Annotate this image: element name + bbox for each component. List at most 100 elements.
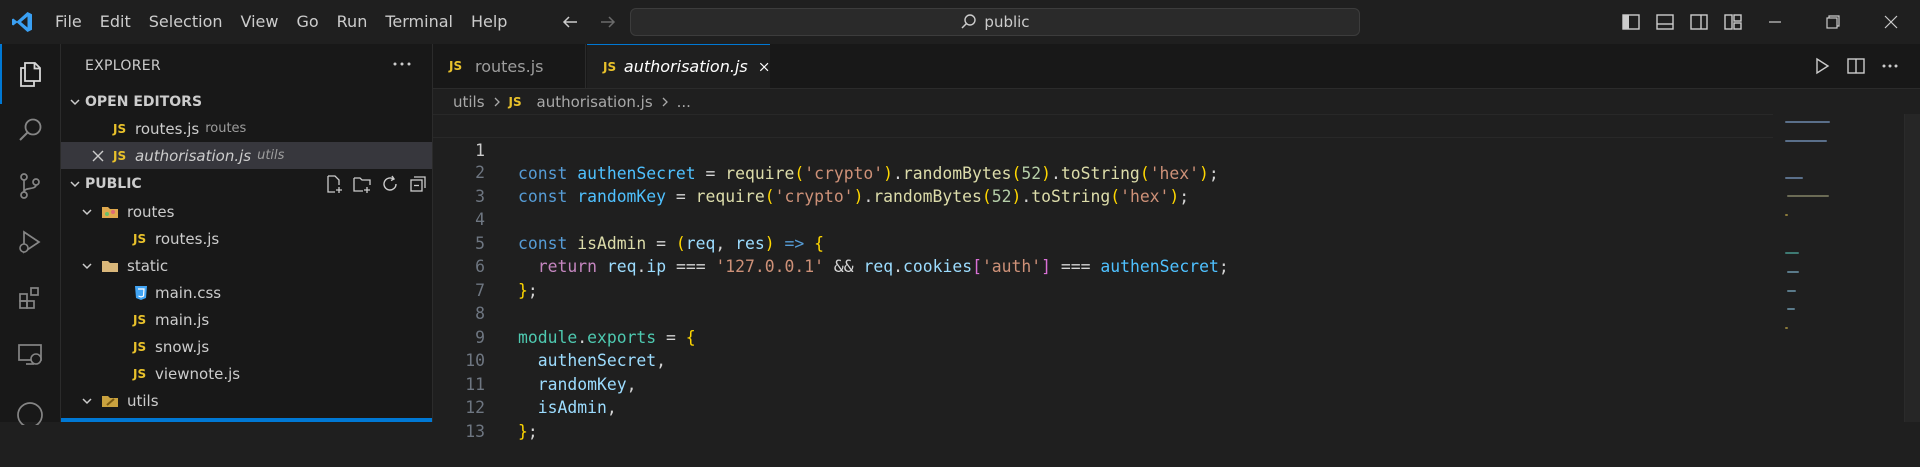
minimap-line: [1787, 271, 1799, 273]
tree-file-main-js[interactable]: JS main.js: [61, 306, 432, 333]
open-editor-item[interactable]: JS authorisation.js utils: [61, 142, 432, 169]
restore-icon[interactable]: [1804, 0, 1862, 44]
explorer-section-actions: [324, 174, 428, 194]
toggle-secondary-sidebar-icon[interactable]: [1688, 11, 1710, 33]
css-file-icon: [135, 285, 147, 300]
split-editor-icon[interactable]: [1846, 56, 1866, 76]
tree-file-viewnote-js[interactable]: JS viewnote.js: [61, 360, 432, 387]
tree-folder-routes[interactable]: routes: [61, 198, 432, 225]
breadcrumb-file[interactable]: authorisation.js: [537, 93, 653, 111]
minimap-line: [1785, 214, 1788, 216]
public-section[interactable]: PUBLIC: [61, 170, 432, 197]
chevron-down-icon: [82, 262, 92, 269]
menu-help[interactable]: Help: [462, 0, 516, 44]
menu-go[interactable]: Go: [287, 0, 327, 44]
code-line: 6 };: [433, 232, 1773, 300]
search-icon[interactable]: [0, 100, 60, 160]
js-file-icon: JS: [133, 366, 147, 381]
tree-file-main-css[interactable]: main.css: [61, 279, 432, 306]
menu-selection[interactable]: Selection: [140, 0, 232, 44]
minimap-line: [1785, 177, 1803, 179]
chevron-down-icon: [70, 180, 80, 187]
code-line: 1 const authenSecret = require('crypto')…: [433, 114, 1773, 183]
tree-folder-utils[interactable]: utils: [61, 387, 432, 414]
minimap-line: [1785, 140, 1827, 142]
customize-layout-icon[interactable]: [1722, 11, 1744, 33]
open-editors-section[interactable]: OPEN EDITORS: [61, 88, 432, 115]
breadcrumb-symbols[interactable]: ...: [677, 93, 691, 111]
breadcrumb: utils JS authorisation.js ...: [453, 90, 691, 114]
menu-file[interactable]: File: [46, 0, 91, 44]
tree-item-label: routes: [127, 202, 175, 221]
code-line: 11 isAdmin,: [433, 349, 1773, 418]
refresh-icon[interactable]: [380, 174, 400, 194]
collapse-all-icon[interactable]: [408, 174, 428, 194]
title-bar: File Edit Selection View Go Run Terminal…: [0, 0, 1920, 45]
open-editor-item[interactable]: JS routes.js routes: [61, 115, 432, 142]
menu-terminal[interactable]: Terminal: [376, 0, 462, 44]
code-line: 12 };: [433, 373, 1773, 441]
tree-file-routes-js[interactable]: JS routes.js: [61, 225, 432, 252]
open-editor-folder: utils: [257, 148, 285, 163]
explorer-title: EXPLORER: [85, 58, 161, 74]
more-actions-icon[interactable]: [390, 52, 414, 76]
new-file-icon[interactable]: [324, 174, 344, 194]
menu-bar: File Edit Selection View Go Run Terminal…: [46, 0, 516, 44]
vertical-scrollbar[interactable]: [1904, 114, 1920, 422]
forward-arrow-icon[interactable]: [596, 10, 620, 34]
tree-item-label: routes.js: [155, 229, 220, 248]
close-icon[interactable]: [91, 149, 105, 163]
remote-explorer-icon[interactable]: [0, 324, 60, 384]
accounts-icon[interactable]: [0, 380, 60, 440]
focused-item-indicator: [61, 418, 432, 422]
new-folder-icon[interactable]: [352, 174, 372, 194]
explorer-icon[interactable]: [0, 44, 60, 104]
js-file-icon: JS: [133, 312, 147, 327]
tree-folder-static[interactable]: static: [61, 252, 432, 279]
back-arrow-icon[interactable]: [558, 10, 582, 34]
code-line: 2 const randomKey = require('crypto').ra…: [433, 138, 1773, 206]
menu-view[interactable]: View: [232, 0, 288, 44]
close-window-icon[interactable]: [1862, 0, 1920, 44]
extensions-icon[interactable]: [0, 268, 60, 328]
run-file-icon[interactable]: [1812, 56, 1832, 76]
tab-routes-js[interactable]: JS routes.js: [433, 44, 586, 88]
menu-run[interactable]: Run: [328, 0, 377, 44]
tab-authorisation-js[interactable]: JS authorisation.js: [587, 44, 770, 88]
breadcrumb-folder[interactable]: utils: [453, 93, 485, 111]
minimap[interactable]: [1783, 114, 1903, 422]
tree-item-label: main.js: [155, 310, 210, 329]
tab-label: routes.js: [475, 56, 544, 76]
minimap-line: [1785, 252, 1799, 254]
source-control-icon[interactable]: [0, 156, 60, 216]
js-file-icon: JS: [449, 59, 463, 73]
chevron-down-icon: [82, 397, 92, 404]
tree-item-label: utils: [127, 391, 159, 410]
open-editors-title: OPEN EDITORS: [85, 93, 203, 110]
utils-folder-icon: [102, 395, 118, 407]
more-actions-icon[interactable]: [1880, 56, 1900, 76]
command-center-search[interactable]: public: [630, 8, 1360, 36]
menu-edit[interactable]: Edit: [91, 0, 140, 44]
explorer-sidebar: EXPLORER OPEN EDITORS JS routes.js route…: [61, 44, 433, 422]
code-editor[interactable]: 1 const authenSecret = require('crypto')…: [433, 114, 1773, 441]
minimap-line: [1787, 308, 1795, 310]
tree-item-label: snow.js: [155, 337, 210, 356]
minimap-line: [1787, 290, 1796, 292]
toggle-primary-sidebar-icon[interactable]: [1620, 11, 1642, 33]
activity-bar: [0, 44, 61, 425]
chevron-right-icon: [494, 97, 500, 107]
toggle-panel-icon[interactable]: [1654, 11, 1676, 33]
minimize-icon[interactable]: [1746, 0, 1804, 44]
minimap-line: [1785, 327, 1788, 329]
run-debug-icon[interactable]: [0, 212, 60, 272]
editor-actions: [1812, 56, 1900, 76]
search-icon: [961, 14, 977, 29]
editor-tabs: JS routes.js JS authorisation.js: [433, 44, 1920, 89]
tree-file-snow-js[interactable]: JS snow.js: [61, 333, 432, 360]
code-line: 5 return req.ip === '127.0.0.1' && req.c…: [433, 208, 1773, 277]
navigation-arrows: [558, 10, 620, 34]
close-icon[interactable]: [758, 59, 770, 75]
tree-item-label: main.css: [155, 283, 222, 302]
code-line: 3: [433, 161, 1773, 206]
